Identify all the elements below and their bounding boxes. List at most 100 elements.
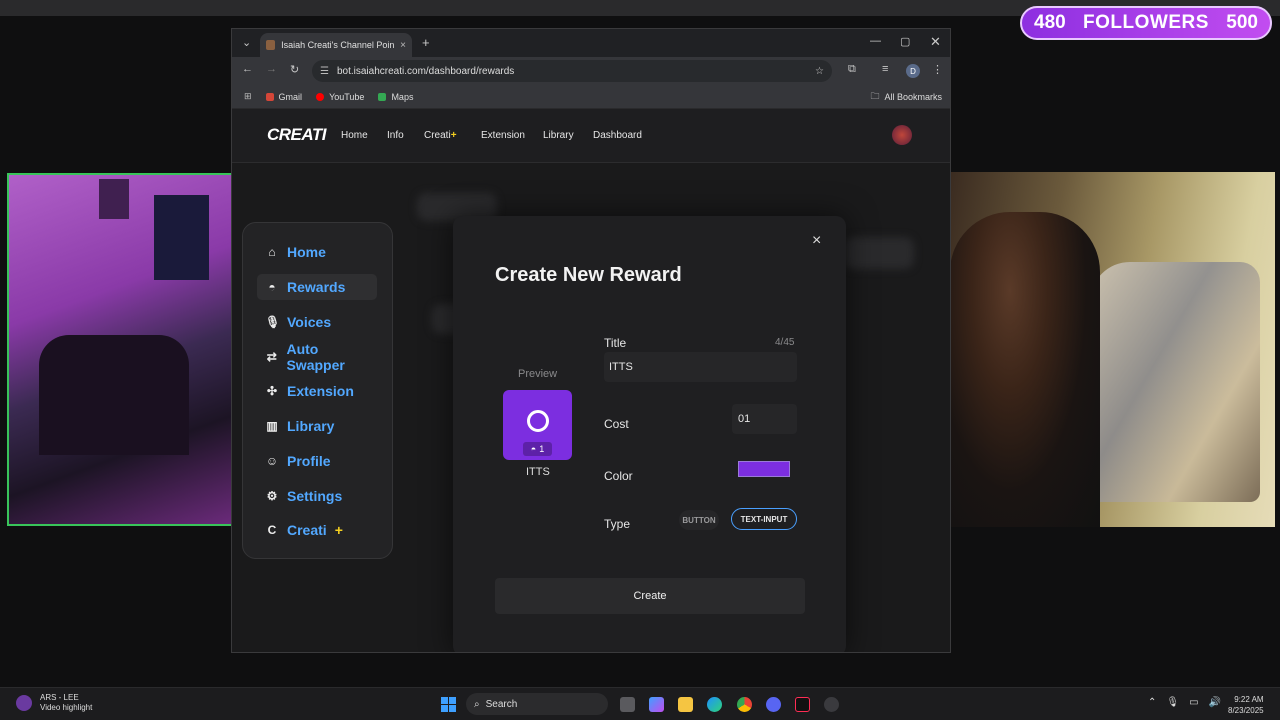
user-avatar[interactable] [892, 125, 912, 145]
sidebar-item-home[interactable]: ⌂ Home [257, 239, 377, 265]
sidebar-item-extension[interactable]: ✣ Extension [257, 378, 377, 404]
tab-strip: ⌄ Isaiah Creati's Channel Point B × + — … [232, 29, 950, 57]
new-tab-button[interactable]: + [422, 35, 430, 50]
bookmark-star-icon[interactable]: ☆ [815, 66, 824, 77]
mic-icon[interactable]: 🎙 [1166, 697, 1179, 708]
search-icon: ⌕ [474, 698, 480, 710]
creati-plus-icon: + [334, 522, 343, 538]
user-icon: ☺ [265, 454, 279, 468]
site-navbar: CREATI Home Info Creati+ Extension Libra… [232, 109, 950, 163]
forward-icon[interactable]: → [266, 63, 277, 75]
edge-icon[interactable] [707, 697, 722, 712]
app-icon[interactable] [824, 697, 839, 712]
points-icon: ◓ [530, 444, 537, 454]
reward-orb-icon [527, 410, 549, 432]
discord-icon[interactable] [766, 697, 781, 712]
window-close-icon[interactable]: ✕ [930, 34, 941, 50]
tab-close-icon[interactable]: × [400, 40, 406, 51]
menu-icon[interactable]: ⋮ [932, 63, 943, 76]
cost-label: Cost [604, 417, 629, 431]
chrome-icon[interactable] [737, 697, 752, 712]
sidebar-item-creati[interactable]: C Creati + [257, 517, 377, 543]
task-view-icon[interactable] [620, 697, 635, 712]
media-control-icon[interactable]: ≡ [882, 63, 888, 75]
media-subtitle: Video highlight [40, 703, 93, 712]
nav-info[interactable]: Info [387, 130, 404, 141]
type-text-input-option[interactable]: TEXT-INPUT [731, 508, 797, 530]
sidebar-item-label: Extension [287, 383, 354, 399]
right-webcam-feed [950, 172, 1275, 527]
search-placeholder: Search [485, 698, 518, 710]
reward-preview-card: ◓ 1 [503, 390, 572, 460]
preview-name: ITTS [526, 466, 550, 478]
tray-chevron-icon[interactable]: ⌃ [1148, 697, 1156, 708]
creati-plus-icon: + [450, 130, 457, 141]
sidebar-item-auto-swapper[interactable]: ⇄ Auto Swapper [257, 341, 377, 373]
nav-creati[interactable]: Creati+ [424, 130, 457, 141]
browser-tab[interactable]: Isaiah Creati's Channel Point B × [260, 33, 412, 57]
extensions-icon[interactable]: ⧉ [848, 63, 856, 76]
windows-start-icon[interactable] [441, 697, 456, 712]
bookmark-gmail[interactable]: Gmail [265, 92, 302, 102]
system-clock[interactable]: 9:22 AM 8/23/2025 [1228, 694, 1264, 716]
media-widget[interactable]: ARS - LEE Video highlight [16, 693, 92, 713]
gmail-icon [265, 92, 274, 101]
background-bag [1090, 262, 1260, 502]
site-content: CREATI Home Info Creati+ Extension Libra… [232, 109, 950, 652]
create-button[interactable]: Create [495, 578, 805, 614]
creati-logo[interactable]: CREATI [267, 125, 327, 145]
back-icon[interactable]: ← [242, 63, 253, 75]
bookmark-maps[interactable]: Maps [378, 92, 413, 102]
puzzle-icon: ✣ [266, 384, 278, 398]
wall-poster [154, 195, 209, 280]
maps-icon [378, 92, 387, 101]
modal-title: Create New Reward [495, 264, 682, 286]
close-icon[interactable]: × [812, 232, 821, 250]
nav-dashboard[interactable]: Dashboard [593, 130, 642, 141]
followers-current: 480 [1034, 12, 1066, 33]
rewards-icon: ◓ [268, 280, 276, 294]
maximize-icon[interactable]: ▢ [900, 35, 910, 48]
network-icon[interactable]: ▭ [1189, 697, 1198, 708]
site-info-icon[interactable]: ☰ [320, 66, 329, 77]
followers-goal: 500 [1226, 12, 1258, 33]
sidebar-item-label: Rewards [287, 279, 346, 295]
bookmark-youtube[interactable]: YouTube [316, 92, 364, 102]
profile-avatar[interactable]: D [906, 64, 920, 78]
sidebar-item-library[interactable]: ▥ Library [257, 413, 377, 439]
home-icon: ⌂ [268, 245, 276, 259]
nav-library[interactable]: Library [543, 130, 574, 141]
address-bar[interactable]: ☰ bot.isaiahcreati.com/dashboard/rewards… [312, 60, 832, 82]
nav-home[interactable]: Home [341, 130, 368, 141]
taskbar-search[interactable]: ⌕ Search [466, 693, 608, 715]
title-input[interactable] [604, 352, 797, 382]
type-button-option[interactable]: BUTTON [679, 510, 719, 530]
nav-extension[interactable]: Extension [481, 130, 525, 141]
sidebar-item-label: Library [287, 418, 335, 434]
tiktok-icon[interactable] [795, 697, 810, 712]
sidebar-item-label: Voices [287, 314, 332, 330]
cost-input[interactable] [732, 404, 797, 434]
followers-label: FOLLOWERS [1083, 12, 1209, 33]
sidebar-item-voices[interactable]: 🎙 Voices [257, 309, 377, 335]
sidebar-item-settings[interactable]: ⚙ Settings [257, 483, 377, 509]
sidebar-item-rewards[interactable]: ◓ Rewards [257, 274, 377, 300]
gear-icon: ⚙ [266, 489, 278, 503]
wall-poster [99, 179, 129, 219]
color-picker[interactable] [738, 461, 790, 477]
all-bookmarks[interactable]: 🗀 All Bookmarks [870, 89, 942, 105]
minimize-icon[interactable]: — [870, 35, 881, 47]
title-label: Title [604, 336, 627, 350]
preview-cost: 1 [539, 444, 545, 454]
file-explorer-icon[interactable] [678, 697, 693, 712]
reload-icon[interactable]: ↻ [290, 63, 299, 76]
sidebar-item-profile[interactable]: ☺ Profile [257, 448, 377, 474]
sidebar-item-label: Creati [287, 522, 327, 538]
clock-time: 9:22 AM [1234, 695, 1264, 704]
blurred-button [844, 237, 914, 269]
volume-icon[interactable]: 🔊 [1209, 697, 1221, 708]
apps-icon[interactable]: ⊞ [244, 91, 252, 102]
tab-search-icon[interactable]: ⌄ [242, 36, 251, 49]
copilot-icon[interactable] [649, 697, 664, 712]
followers-goal-bar: 480 FOLLOWERS 500 [1020, 6, 1272, 40]
